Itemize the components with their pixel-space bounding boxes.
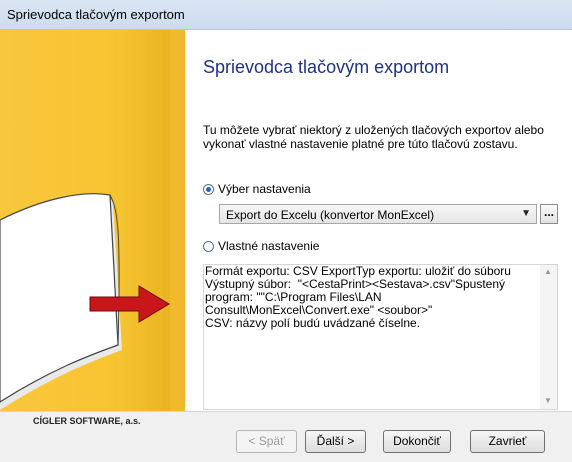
- wizard-footer: CÍGLER SOFTWARE, a.s. < Späť Ďalší > Dok…: [0, 411, 572, 462]
- browse-button[interactable]: ...: [540, 204, 558, 224]
- title-bar: Sprievodca tlačovým exportom: [0, 0, 572, 30]
- scroll-up-icon[interactable]: ▲: [544, 267, 552, 276]
- close-button[interactable]: Zavrieť: [470, 430, 545, 453]
- option-saved-label: Výber nastavenia: [218, 182, 311, 196]
- option-custom-settings[interactable]: Vlastné nastavenie: [203, 239, 319, 253]
- wizard-content: Sprievodca tlačovým exportom Tu môžete v…: [186, 30, 572, 411]
- next-button[interactable]: Ďalší >: [305, 430, 366, 453]
- option-custom-label: Vlastné nastavenie: [218, 239, 320, 253]
- finish-button[interactable]: Dokončiť: [383, 430, 451, 453]
- radio-saved-settings[interactable]: [203, 183, 214, 195]
- radio-custom-settings[interactable]: [203, 240, 214, 252]
- preset-select-value: Export do Excelu (konvertor MonExcel): [226, 208, 435, 222]
- option-saved-settings[interactable]: Výber nastavenia: [203, 182, 311, 196]
- export-details-text: Formát exportu: CSV ExportTyp exportu: u…: [205, 264, 511, 330]
- back-button[interactable]: < Späť: [236, 430, 297, 453]
- window-title: Sprievodca tlačovým exportom: [7, 7, 185, 22]
- details-scrollbar[interactable]: ▲ ▼: [540, 265, 557, 409]
- export-details-box[interactable]: Formát exportu: CSV ExportTyp exportu: u…: [203, 264, 558, 410]
- intro-text: Tu môžete vybrať niektorý z uložených tl…: [203, 123, 544, 151]
- document-page-illustration: [0, 193, 170, 410]
- scroll-down-icon[interactable]: ▼: [544, 396, 552, 405]
- page-title: Sprievodca tlačovým exportom: [203, 57, 450, 77]
- wizard-side-banner: [0, 30, 185, 411]
- chevron-down-icon[interactable]: ▼: [521, 208, 531, 219]
- company-name: CÍGLER SOFTWARE, a.s.: [33, 416, 141, 426]
- preset-select[interactable]: Export do Excelu (konvertor MonExcel) ▼: [219, 204, 537, 224]
